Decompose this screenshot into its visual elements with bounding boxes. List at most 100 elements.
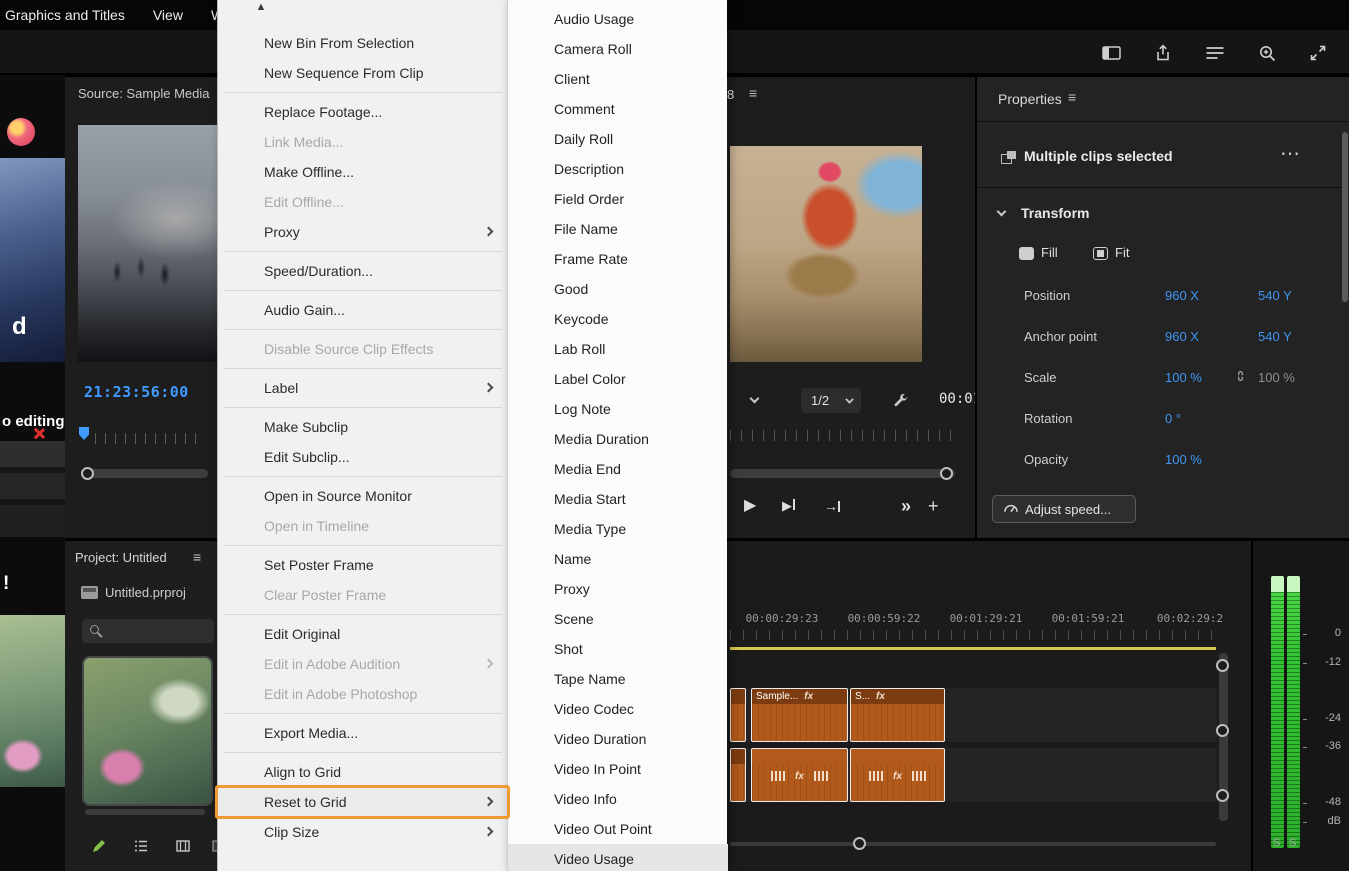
tab-project[interactable]: Project: Untitled [75, 550, 167, 565]
menu-item-reset-to-grid[interactable]: Reset to Grid [218, 787, 508, 817]
panel-toggle-icon[interactable] [1099, 42, 1125, 64]
menu-item-edit-subclip[interactable]: Edit Subclip... [218, 442, 508, 472]
edit-pencil-icon[interactable] [89, 836, 109, 856]
new-item-icon[interactable] [209, 836, 218, 856]
metadata-item-video-in-point[interactable]: Video In Point [508, 754, 728, 784]
source-playhead-icon[interactable] [79, 427, 89, 440]
panel-menu-icon[interactable]: ≡ [193, 549, 201, 565]
menu-item-make-subclip[interactable]: Make Subclip [218, 412, 508, 442]
property-value-anchor-point-0[interactable]: 960 X [1165, 329, 1199, 344]
menu-item-speed-duration[interactable]: Speed/Duration... [218, 256, 508, 286]
fx-badge[interactable]: fx [876, 691, 885, 702]
menu-item-align-to-grid[interactable]: Align to Grid [218, 757, 508, 787]
fullscreen-icon[interactable] [1305, 42, 1331, 64]
metadata-item-media-end[interactable]: Media End [508, 454, 728, 484]
channel-solo-button[interactable]: S [1273, 837, 1280, 849]
panel-menu-icon[interactable]: ≡ [749, 85, 757, 101]
more-controls-button[interactable]: » [901, 495, 911, 517]
program-ruler-ticks[interactable] [730, 430, 960, 441]
timeline-scrollbar-handle[interactable] [853, 837, 866, 850]
property-value-position-0[interactable]: 960 X [1165, 288, 1199, 303]
metadata-item-media-start[interactable]: Media Start [508, 484, 728, 514]
property-value-scale-0[interactable]: 100 % [1165, 370, 1202, 385]
chevron-down-icon[interactable] [997, 207, 1007, 217]
timeline-audio-clip[interactable]: fx [751, 748, 848, 802]
menu-item-proxy[interactable]: Proxy [218, 217, 508, 247]
fx-badge[interactable]: fx [893, 771, 902, 782]
metadata-item-description[interactable]: Description [508, 154, 728, 184]
metadata-item-video-info[interactable]: Video Info [508, 784, 728, 814]
metadata-item-tape-name[interactable]: Tape Name [508, 664, 728, 694]
play-to-out-button[interactable]: → [824, 495, 840, 517]
fill-icon[interactable] [1019, 247, 1034, 260]
menu-item-label[interactable]: Label [218, 373, 508, 403]
property-value-rotation-0[interactable]: 0 ° [1165, 411, 1181, 426]
fit-icon[interactable] [1093, 247, 1108, 260]
menubar-item-graphics-and-titles[interactable]: Graphics and Titles [0, 0, 139, 30]
metadata-item-daily-roll[interactable]: Daily Roll [508, 124, 728, 154]
project-file-name[interactable]: Untitled.prproj [105, 585, 186, 600]
property-value-opacity-0[interactable]: 100 % [1165, 452, 1202, 467]
link-icon[interactable] [1235, 369, 1246, 388]
fx-badge[interactable]: fx [795, 771, 804, 782]
timeline-video-clip[interactable]: S...fx [850, 688, 945, 742]
property-value-scale-1[interactable]: 100 % [1258, 370, 1295, 385]
menu-item-edit-original[interactable]: Edit Original [218, 619, 508, 649]
metadata-item-media-type[interactable]: Media Type [508, 514, 728, 544]
metadata-item-log-note[interactable]: Log Note [508, 394, 728, 424]
search-input[interactable] [82, 619, 214, 643]
fill-button[interactable]: Fill [1041, 245, 1058, 260]
more-options-button[interactable]: ⋯ [1280, 141, 1300, 166]
timeline-audio-clip[interactable]: fx [850, 748, 945, 802]
metadata-item-keycode[interactable]: Keycode [508, 304, 728, 334]
metadata-item-lab-roll[interactable]: Lab Roll [508, 334, 728, 364]
property-value-position-1[interactable]: 540 Y [1258, 288, 1292, 303]
step-forward-button[interactable]: ▶ [782, 495, 795, 517]
source-scrollbar-handle[interactable] [81, 467, 94, 480]
metadata-item-good[interactable]: Good [508, 274, 728, 304]
play-button[interactable]: ▶ [744, 495, 756, 517]
menu-item-open-in-source-monitor[interactable]: Open in Source Monitor [218, 481, 508, 511]
fit-button[interactable]: Fit [1115, 245, 1129, 260]
add-button[interactable]: + [928, 495, 939, 517]
timeline-video-clip[interactable] [730, 688, 746, 742]
menu-item-new-bin-from-selection[interactable]: New Bin From Selection [218, 28, 508, 58]
metadata-item-video-usage[interactable]: Video Usage [508, 844, 728, 871]
timeline-ruler[interactable]: 00:00:29:2300:00:59:2200:01:29:2100:01:5… [727, 612, 1251, 626]
thumbnail-scrubber[interactable] [85, 809, 205, 815]
program-zoom-scrollbar[interactable] [730, 469, 955, 478]
workspace-lines-icon[interactable] [1202, 42, 1228, 64]
metadata-item-media-duration[interactable]: Media Duration [508, 424, 728, 454]
metadata-item-audio-usage[interactable]: Audio Usage [508, 4, 728, 34]
track-handle[interactable] [1216, 724, 1229, 737]
scroll-up-icon[interactable]: ▲ [246, 1, 276, 27]
share-export-icon[interactable] [1150, 42, 1176, 64]
metadata-item-scene[interactable]: Scene [508, 604, 728, 634]
metadata-item-comment[interactable]: Comment [508, 94, 728, 124]
adjust-speed-button[interactable]: Adjust speed... [992, 495, 1136, 523]
timeline-audio-clip[interactable] [730, 748, 746, 802]
list-view-icon[interactable] [131, 836, 151, 856]
fx-badge[interactable]: fx [804, 691, 813, 702]
menu-item-clip-size[interactable]: Clip Size [218, 817, 508, 847]
channel-solo-button[interactable]: S [1289, 837, 1296, 849]
properties-scrollbar[interactable] [1342, 132, 1348, 302]
metadata-item-client[interactable]: Client [508, 64, 728, 94]
metadata-item-frame-rate[interactable]: Frame Rate [508, 244, 728, 274]
zoom-tool-icon[interactable] [1254, 42, 1280, 64]
timeline-video-clip[interactable]: Sample...fx [751, 688, 848, 742]
icon-view-icon[interactable] [173, 836, 193, 856]
metadata-item-video-out-point[interactable]: Video Out Point [508, 814, 728, 844]
menu-item-make-offline[interactable]: Make Offline... [218, 157, 508, 187]
menu-item-new-sequence-from-clip[interactable]: New Sequence From Clip [218, 58, 508, 88]
metadata-item-label-color[interactable]: Label Color [508, 364, 728, 394]
menu-item-set-poster-frame[interactable]: Set Poster Frame [218, 550, 508, 580]
metadata-item-file-name[interactable]: File Name [508, 214, 728, 244]
track-handle[interactable] [1216, 789, 1229, 802]
metadata-item-camera-roll[interactable]: Camera Roll [508, 34, 728, 64]
timeline-horizontal-scrollbar[interactable] [730, 842, 1216, 846]
source-ruler-ticks[interactable] [95, 433, 205, 444]
clip-thumbnail[interactable] [82, 656, 213, 806]
metadata-item-name[interactable]: Name [508, 544, 728, 574]
menu-item-export-media[interactable]: Export Media... [218, 718, 508, 748]
